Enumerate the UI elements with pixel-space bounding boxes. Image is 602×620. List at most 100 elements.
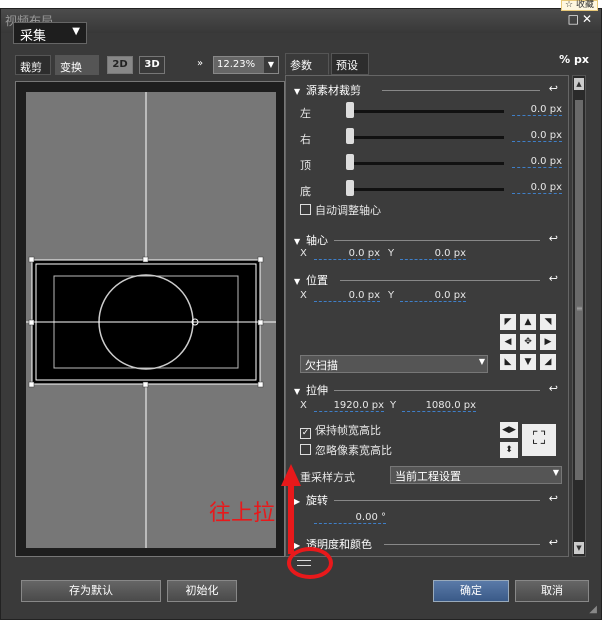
minimize-icon[interactable]: □ xyxy=(568,12,582,26)
slider-handle[interactable] xyxy=(346,180,354,196)
zoom-dropdown[interactable]: 12.23% ▼ xyxy=(213,56,279,74)
align-bottom-button[interactable]: ▼ xyxy=(520,354,536,370)
align-bottom-left-button[interactable]: ◣ xyxy=(500,354,516,370)
tab-crop[interactable]: 裁剪 xyxy=(15,55,51,75)
section-source-crop[interactable]: ▼ 源素材裁剪 ↩ xyxy=(294,82,562,98)
reset-icon[interactable]: ↩ xyxy=(549,82,558,95)
rotate-row: 0.00 ° xyxy=(300,512,500,528)
scroll-thumb[interactable] xyxy=(575,100,583,480)
favorite-badge[interactable]: ☆ 收藏 xyxy=(561,0,598,11)
slider-handle[interactable] xyxy=(346,154,354,170)
align-right-button[interactable]: ▶ xyxy=(540,334,556,350)
scroll-up-icon[interactable]: ▲ xyxy=(574,78,584,90)
3d-mode-button[interactable]: 3D xyxy=(139,56,165,74)
fit-frame-button[interactable]: ⛶ xyxy=(522,424,556,456)
stretch-vertical-button[interactable]: ⬍ xyxy=(500,442,518,458)
align-top-left-button[interactable]: ◤ xyxy=(500,314,516,330)
tab-transform[interactable]: 变换 xyxy=(55,55,99,75)
chevron-down-icon: ▼ xyxy=(264,57,278,73)
value-field[interactable]: 0.0 px xyxy=(512,130,562,142)
reset-icon[interactable]: ↩ xyxy=(549,232,558,245)
collapse-icon: ▼ xyxy=(294,277,301,286)
close-icon[interactable]: ✕ xyxy=(582,12,595,26)
preview-stage[interactable] xyxy=(26,92,276,548)
resample-dropdown[interactable]: 当前工程设置 ▼ xyxy=(390,466,562,484)
scroll-down-icon[interactable]: ▼ xyxy=(574,542,584,554)
cancel-button[interactable]: 取消 xyxy=(515,580,589,602)
crop-bottom-row: 底 0.0 px xyxy=(300,180,562,198)
crop-left-row: 左 0.0 px xyxy=(300,102,562,120)
tab-presets[interactable]: 预设 xyxy=(331,53,369,75)
parameters-body: ▼ 源素材裁剪 ↩ 左 0.0 px 右 0.0 px 顶 0.0 px 底 0.0 px… xyxy=(285,75,569,557)
grip-icon: ≡ xyxy=(576,304,583,313)
stretch-y-field[interactable]: 1080.0 px xyxy=(402,400,476,412)
section-opacity-color[interactable]: ▶ 透明度和颜色 ↩ xyxy=(294,536,562,552)
align-center-button[interactable]: ✥ xyxy=(520,334,536,350)
capture-dropdown[interactable]: 采集 ▼ xyxy=(13,22,87,44)
reset-icon[interactable]: ↩ xyxy=(549,536,558,549)
crop-top-row: 顶 0.0 px xyxy=(300,154,562,172)
position-x-field[interactable]: 0.0 px xyxy=(314,290,380,302)
section-position[interactable]: ▼ 位置 ↩ xyxy=(294,272,562,288)
position-y-field[interactable]: 0.0 px xyxy=(400,290,466,302)
reset-icon[interactable]: ↩ xyxy=(549,492,558,505)
align-top-button[interactable]: ▲ xyxy=(520,314,536,330)
annotation-arrow xyxy=(281,464,301,554)
axis-y-field[interactable]: 0.0 px xyxy=(400,248,466,260)
tab-parameters[interactable]: 参数 xyxy=(285,53,329,75)
section-stretch[interactable]: ▼ 拉伸 ↩ xyxy=(294,382,562,398)
align-left-button[interactable]: ◀ xyxy=(500,334,516,350)
section-axis[interactable]: ▼ 轴心 ↩ xyxy=(294,232,562,248)
value-field[interactable]: 0.0 px xyxy=(512,156,562,168)
slider-track[interactable] xyxy=(354,162,504,165)
position-xy-row: X 0.0 px Y 0.0 px xyxy=(300,290,466,302)
collapse-icon: ▼ xyxy=(294,87,301,96)
transform-overlay[interactable] xyxy=(26,92,276,548)
slider-handle[interactable] xyxy=(346,128,354,144)
initialize-button[interactable]: 初始化 xyxy=(167,580,237,602)
2d-mode-button[interactable]: 2D xyxy=(107,56,133,74)
collapse-icon: ▼ xyxy=(294,387,301,396)
star-icon: ☆ xyxy=(565,0,574,10)
preview-panel: 裁剪 变换 2D 3D » 12.23% ▼ xyxy=(15,45,285,557)
slider-handle[interactable] xyxy=(346,102,354,118)
unit-toggle[interactable]: % px xyxy=(559,53,589,66)
auto-center-checkbox[interactable]: 自动调整轴心 xyxy=(300,202,381,218)
collapse-icon: ▼ xyxy=(294,237,301,246)
align-bottom-right-button[interactable]: ◢ xyxy=(540,354,556,370)
resize-handle-icon[interactable]: ◢ xyxy=(589,604,597,615)
chevron-down-icon: ▼ xyxy=(552,468,559,477)
chevron-down-icon: ▼ xyxy=(478,357,485,366)
stretch-xy-row: X 1920.0 px Y 1080.0 px xyxy=(300,400,476,412)
overscan-dropdown[interactable]: 欠扫描 ▼ xyxy=(300,355,488,373)
annotation-circle xyxy=(287,547,333,579)
slider-track[interactable] xyxy=(354,188,504,191)
slider-track[interactable] xyxy=(354,136,504,139)
ignore-pixel-aspect-checkbox[interactable]: 忽略像素宽高比 xyxy=(300,442,392,458)
section-rotate[interactable]: ▶ 旋转 ↩ xyxy=(294,492,562,508)
value-field[interactable]: 0.0 px xyxy=(512,104,562,116)
zoom-chevron-icon: » xyxy=(197,58,204,69)
preview-canvas xyxy=(15,81,285,557)
slider-track[interactable] xyxy=(354,110,504,113)
reset-icon[interactable]: ↩ xyxy=(549,272,558,285)
align-top-right-button[interactable]: ◥ xyxy=(540,314,556,330)
properties-panel: 参数 预设 % px ▼ 源素材裁剪 ↩ 左 0.0 px 右 0.0 px 顶 0.0… xyxy=(285,45,589,557)
title-bar: 视频布局 □✕ xyxy=(1,9,601,33)
save-default-button[interactable]: 存为默认 xyxy=(21,580,161,602)
axis-xy-row: X 0.0 px Y 0.0 px xyxy=(300,248,466,260)
stretch-x-field[interactable]: 1920.0 px xyxy=(314,400,384,412)
rotate-field[interactable]: 0.00 ° xyxy=(314,512,386,524)
stretch-horizontal-button[interactable]: ◀▶ xyxy=(500,422,518,438)
crop-right-row: 右 0.0 px xyxy=(300,128,562,146)
window-controls: □✕ xyxy=(568,12,595,26)
annotation-text: 往上拉 xyxy=(209,501,276,526)
layout-window: 视频布局 □✕ 采集 ▼ 裁剪 变换 2D 3D » 12.23% ▼ 参数 预… xyxy=(0,8,602,620)
value-field[interactable]: 0.0 px xyxy=(512,182,562,194)
keep-aspect-checkbox[interactable]: ✓ 保持帧宽高比 xyxy=(300,422,381,439)
vertical-scrollbar[interactable]: ▲ ≡ ▼ xyxy=(572,75,586,557)
ok-button[interactable]: 确定 xyxy=(433,580,509,602)
reset-icon[interactable]: ↩ xyxy=(549,382,558,395)
axis-x-field[interactable]: 0.0 px xyxy=(314,248,380,260)
chevron-down-icon: ▼ xyxy=(72,26,80,37)
